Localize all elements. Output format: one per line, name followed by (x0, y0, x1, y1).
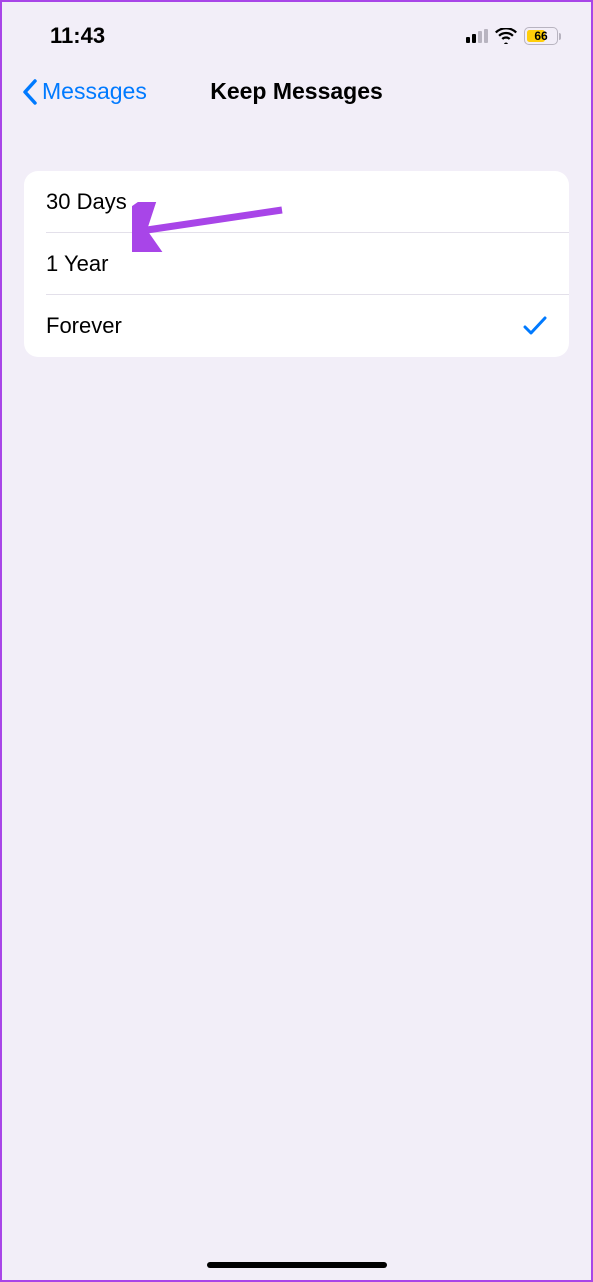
status-bar: 11:43 66 (2, 2, 591, 60)
options-list: 30 Days 1 Year Forever (24, 171, 569, 357)
option-label: Forever (46, 313, 122, 339)
battery-icon: 66 (524, 27, 561, 45)
check-icon (523, 315, 547, 337)
back-label: Messages (42, 78, 147, 105)
page-title: Keep Messages (210, 78, 383, 105)
wifi-icon (495, 28, 517, 44)
option-1-year[interactable]: 1 Year (24, 233, 569, 295)
content-area: 30 Days 1 Year Forever (2, 121, 591, 357)
battery-level: 66 (534, 29, 547, 43)
cellular-icon (466, 29, 488, 43)
navigation-bar: Messages Keep Messages (2, 60, 591, 121)
option-label: 30 Days (46, 189, 127, 215)
status-time: 11:43 (50, 23, 105, 49)
home-indicator[interactable] (207, 1262, 387, 1268)
option-30-days[interactable]: 30 Days (24, 171, 569, 233)
status-indicators: 66 (466, 27, 561, 45)
back-button[interactable]: Messages (22, 78, 147, 105)
chevron-left-icon (22, 79, 38, 105)
option-label: 1 Year (46, 251, 108, 277)
option-forever[interactable]: Forever (24, 295, 569, 357)
